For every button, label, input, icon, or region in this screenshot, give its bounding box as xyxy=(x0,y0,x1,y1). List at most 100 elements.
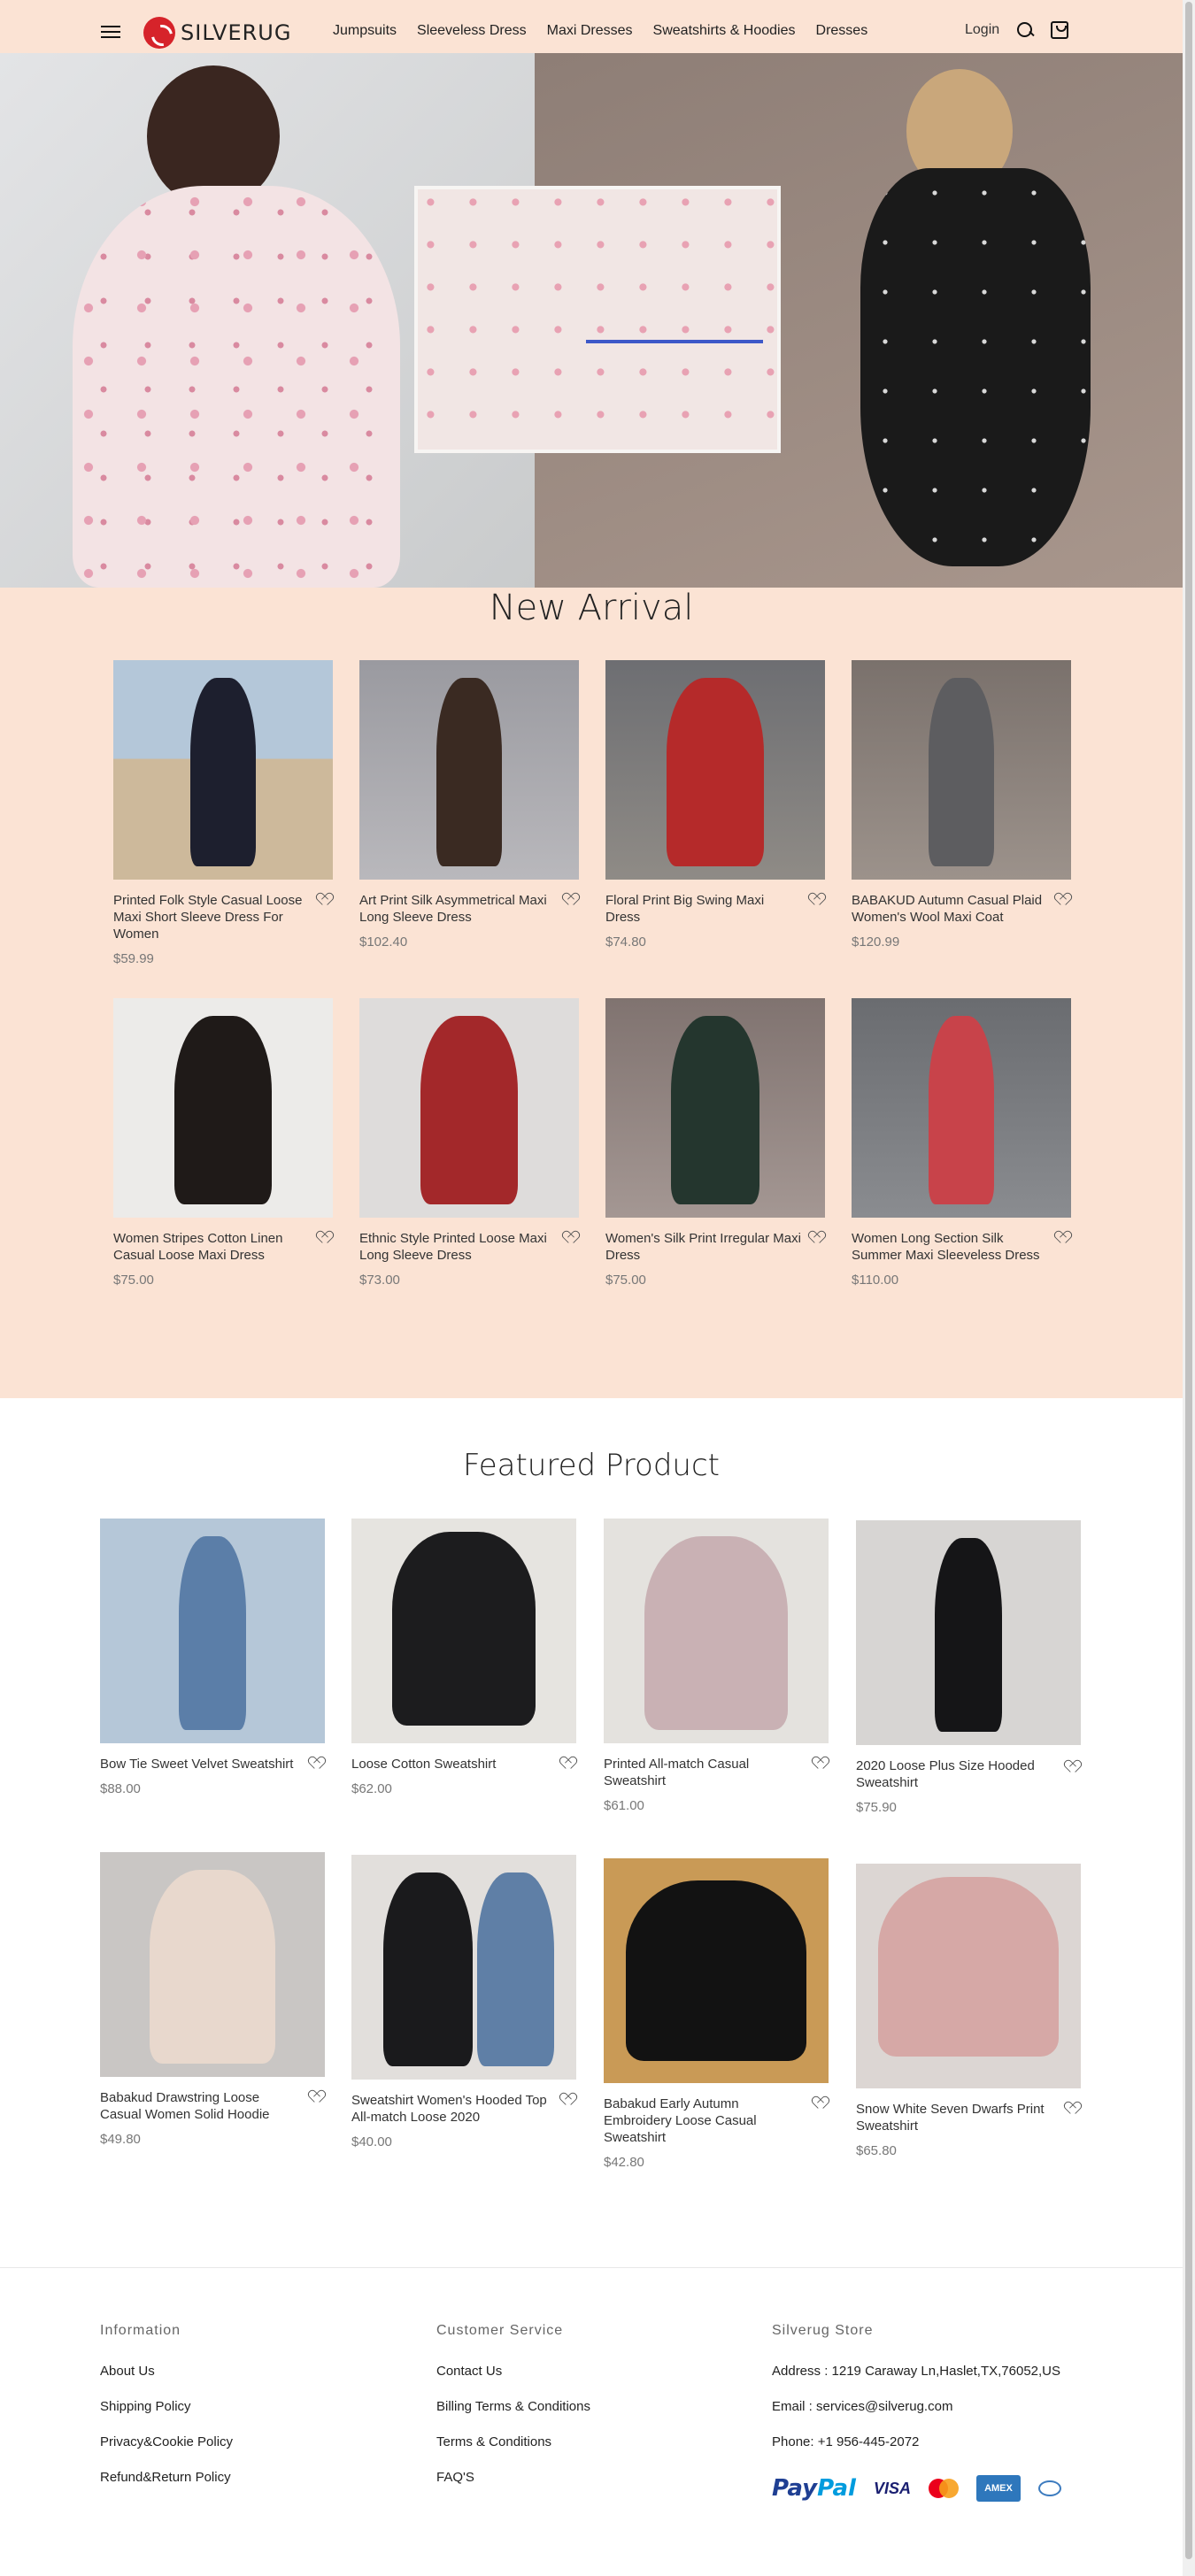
wishlist-heart-icon[interactable] xyxy=(565,1232,579,1244)
product-card[interactable]: Women Stripes Cotton Linen Casual Loose … xyxy=(113,998,333,1288)
nav-item-sweatshirts-hoodies[interactable]: Sweatshirts & Hoodies xyxy=(653,23,796,39)
store-email[interactable]: Email : services@silverug.com xyxy=(772,2399,1060,2415)
product-card[interactable]: Babakud Early Autumn Embroidery Loose Ca… xyxy=(604,1858,829,2170)
product-card[interactable]: Babakud Drawstring Loose Casual Women So… xyxy=(100,1852,325,2147)
product-price: $75.00 xyxy=(113,1273,154,1288)
wishlist-heart-icon[interactable] xyxy=(311,1757,325,1770)
product-name[interactable]: Snow White Seven Dwarfs Print Sweatshirt xyxy=(856,2101,1081,2134)
site-logo[interactable]: SILVERUG xyxy=(143,17,291,49)
product-name[interactable]: Women's Silk Print Irregular Maxi Dress xyxy=(605,1230,825,1264)
product-card[interactable]: Printed Folk Style Casual Loose Maxi Sho… xyxy=(113,660,333,966)
product-card[interactable]: Loose Cotton Sweatshirt $62.00 xyxy=(351,1519,576,1796)
product-card[interactable]: Bow Tie Sweet Velvet Sweatshirt $88.00 xyxy=(100,1519,325,1796)
footer-link-shipping-policy[interactable]: Shipping Policy xyxy=(100,2399,233,2415)
product-price: $88.00 xyxy=(100,1781,141,1796)
wishlist-heart-icon[interactable] xyxy=(562,1757,576,1770)
wishlist-heart-icon[interactable] xyxy=(1067,1761,1081,1773)
footer-link-faqs[interactable]: FAQ'S xyxy=(436,2470,590,2486)
product-card[interactable]: Ethnic Style Printed Loose Maxi Long Sle… xyxy=(359,998,579,1288)
product-image[interactable] xyxy=(604,1519,829,1743)
wishlist-heart-icon[interactable] xyxy=(811,894,825,906)
login-link[interactable]: Login xyxy=(965,22,999,38)
product-name[interactable]: Babakud Early Autumn Embroidery Loose Ca… xyxy=(604,2095,829,2146)
hero-floral-dress-image xyxy=(73,186,400,588)
product-name[interactable]: Sweatshirt Women's Hooded Top All-match … xyxy=(351,2092,576,2126)
product-name[interactable]: Ethnic Style Printed Loose Maxi Long Sle… xyxy=(359,1230,579,1264)
product-image[interactable] xyxy=(856,1520,1081,1745)
product-name[interactable]: Floral Print Big Swing Maxi Dress xyxy=(605,892,825,926)
footer-link-contact-us[interactable]: Contact Us xyxy=(436,2364,590,2380)
product-image[interactable] xyxy=(852,660,1071,880)
mastercard-icon xyxy=(928,2479,959,2498)
product-card[interactable]: Women Long Section Silk Summer Maxi Slee… xyxy=(852,998,1071,1288)
menu-icon[interactable] xyxy=(101,26,120,40)
product-name[interactable]: Women Long Section Silk Summer Maxi Slee… xyxy=(852,1230,1071,1264)
product-image[interactable] xyxy=(113,660,333,880)
product-price: $75.90 xyxy=(856,1800,897,1815)
nav-item-sleeveless-dress[interactable]: Sleeveless Dress xyxy=(417,23,527,39)
page-scrollbar[interactable] xyxy=(1183,0,1195,2576)
wishlist-heart-icon[interactable] xyxy=(814,1757,829,1770)
product-image[interactable] xyxy=(852,998,1071,1218)
product-name[interactable]: 2020 Loose Plus Size Hooded Sweatshirt xyxy=(856,1757,1081,1791)
wishlist-heart-icon[interactable] xyxy=(562,2094,576,2106)
wishlist-heart-icon[interactable] xyxy=(319,1232,333,1244)
product-name[interactable]: Art Print Silk Asymmetrical Maxi Long Sl… xyxy=(359,892,579,926)
hero-dress-detail-image xyxy=(414,186,781,453)
product-image[interactable] xyxy=(351,1519,576,1743)
product-card[interactable]: Printed All-match Casual Sweatshirt $61.… xyxy=(604,1519,829,1813)
product-image[interactable] xyxy=(351,1855,576,2080)
product-image[interactable] xyxy=(359,660,579,880)
product-card[interactable]: Women's Silk Print Irregular Maxi Dress … xyxy=(605,998,825,1288)
footer-store-info: Silverug Store Address : 1219 Caraway Ln… xyxy=(772,2323,1060,2470)
product-image[interactable] xyxy=(605,998,825,1218)
product-image[interactable] xyxy=(604,1858,829,2083)
product-card[interactable]: Floral Print Big Swing Maxi Dress $74.80 xyxy=(605,660,825,950)
search-icon[interactable] xyxy=(1017,22,1033,38)
wishlist-heart-icon[interactable] xyxy=(565,894,579,906)
scrollbar-thumb[interactable] xyxy=(1185,2,1192,2559)
product-name[interactable]: Babakud Drawstring Loose Casual Women So… xyxy=(100,2089,325,2123)
nav-item-dresses[interactable]: Dresses xyxy=(816,23,868,39)
product-card[interactable]: Sweatshirt Women's Hooded Top All-match … xyxy=(351,1855,576,2149)
product-price: $40.00 xyxy=(351,2134,392,2149)
wishlist-heart-icon[interactable] xyxy=(1057,894,1071,906)
section-title-new-arrival: New Arrival xyxy=(489,588,694,628)
footer-link-refund-return-policy[interactable]: Refund&Return Policy xyxy=(100,2470,233,2486)
product-card[interactable]: Art Print Silk Asymmetrical Maxi Long Sl… xyxy=(359,660,579,950)
product-price: $74.80 xyxy=(605,934,646,950)
footer-link-privacy-cookie-policy[interactable]: Privacy&Cookie Policy xyxy=(100,2434,233,2450)
product-card[interactable]: 2020 Loose Plus Size Hooded Sweatshirt $… xyxy=(856,1520,1081,1815)
product-image[interactable] xyxy=(100,1852,325,2077)
product-image[interactable] xyxy=(605,660,825,880)
product-price: $120.99 xyxy=(852,934,900,950)
wishlist-heart-icon[interactable] xyxy=(1067,2103,1081,2115)
wishlist-heart-icon[interactable] xyxy=(1057,1232,1071,1244)
product-name[interactable]: Printed Folk Style Casual Loose Maxi Sho… xyxy=(113,892,333,942)
product-name[interactable]: BABAKUD Autumn Casual Plaid Women's Wool… xyxy=(852,892,1071,926)
nav-item-maxi-dresses[interactable]: Maxi Dresses xyxy=(547,23,633,39)
product-name[interactable]: Printed All-match Casual Sweatshirt xyxy=(604,1756,829,1789)
cart-icon[interactable] xyxy=(1051,21,1069,39)
wishlist-heart-icon[interactable] xyxy=(311,2091,325,2103)
product-image[interactable] xyxy=(856,1864,1081,2088)
product-card[interactable]: Snow White Seven Dwarfs Print Sweatshirt… xyxy=(856,1864,1081,2158)
product-image[interactable] xyxy=(113,998,333,1218)
product-image[interactable] xyxy=(100,1519,325,1743)
product-name[interactable]: Bow Tie Sweet Velvet Sweatshirt xyxy=(100,1756,325,1772)
footer-link-about-us[interactable]: About Us xyxy=(100,2364,233,2380)
footer-link-terms-conditions[interactable]: Terms & Conditions xyxy=(436,2434,590,2450)
product-card[interactable]: BABAKUD Autumn Casual Plaid Women's Wool… xyxy=(852,660,1071,950)
product-image[interactable] xyxy=(359,998,579,1218)
site-header: SILVERUG Jumpsuits Sleeveless Dress Maxi… xyxy=(0,0,1183,53)
wishlist-heart-icon[interactable] xyxy=(814,2097,829,2110)
store-phone[interactable]: Phone: +1 956-445-2072 xyxy=(772,2434,1060,2450)
featured-product-section: Featured Product Bow Tie Sweet Velvet Sw… xyxy=(0,1398,1183,2265)
product-name[interactable]: Women Stripes Cotton Linen Casual Loose … xyxy=(113,1230,333,1264)
wishlist-heart-icon[interactable] xyxy=(811,1232,825,1244)
wishlist-heart-icon[interactable] xyxy=(319,894,333,906)
nav-item-jumpsuits[interactable]: Jumpsuits xyxy=(333,23,397,39)
hero-banner[interactable] xyxy=(0,53,1183,588)
footer-link-billing-terms[interactable]: Billing Terms & Conditions xyxy=(436,2399,590,2415)
product-name[interactable]: Loose Cotton Sweatshirt xyxy=(351,1756,576,1772)
